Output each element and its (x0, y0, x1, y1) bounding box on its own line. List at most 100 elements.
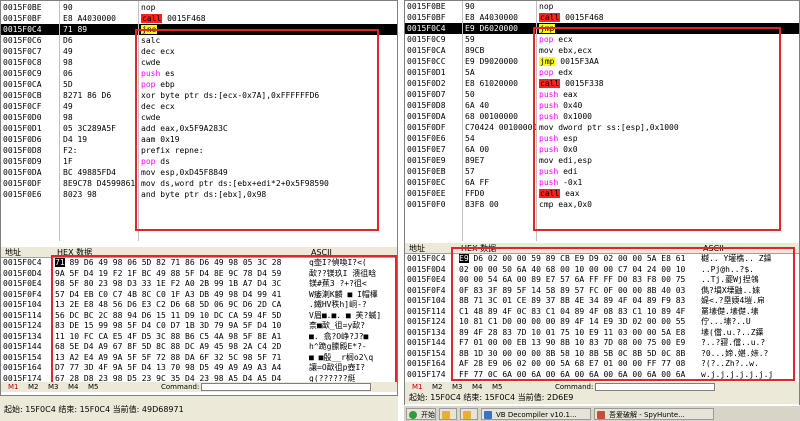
tab-m4[interactable]: M4 (65, 382, 82, 392)
disasm-row[interactable]: 0015F0C7 49 dec ecx (1, 46, 397, 57)
disasm-row[interactable]: 0015F0F0 83F8 00 cmp eax,0x0 (405, 199, 799, 210)
disasm-row[interactable]: 0015F0EE FFD0 call eax (405, 188, 799, 199)
disasm-row[interactable]: 0015F0C8 98 cwde (1, 57, 397, 68)
disassembly-view[interactable]: 0015F0BE 90 nop 0015F0BF E8 A4030000 call 00… (1, 1, 397, 241)
disasm-row[interactable]: 0015F0D8 6A 40 push 0x40 (405, 100, 799, 111)
disasm-row[interactable]: 0015F0BE 90 nop (405, 1, 799, 12)
disasm-bytes: 57 (465, 167, 475, 176)
disasm-row[interactable]: 0015F0C4 71 89 jno X0015F04F (1, 24, 397, 35)
dump-row[interactable]: 0015F0F4 0F 83 3F 89 5F 14 58 89 57 FC 0F… (405, 286, 799, 297)
disasm-row[interactable]: 0015F0E6 8023 98 and byte ptr ds:[ebx],0x9… (1, 189, 397, 200)
dump-row[interactable]: 0015F134 11 10 FC CA E5 4F D5 3C 88 B6 C5… (1, 332, 397, 343)
dump-row[interactable]: 0015F0E4 00 00 54 6A 00 89 E7 57 6A FF FF… (405, 275, 799, 286)
disasm-row[interactable]: 0015F0DA BC 49885FD4 mov esp,0xD45F8849 (1, 167, 397, 178)
dump-row[interactable]: 0015F154 13 A2 E4 A9 9A 5F 5F 72 88 DA 6F… (1, 353, 397, 364)
disasm-instruction: dec ecx (141, 46, 175, 57)
dump-row[interactable]: 0015F164 AF 28 E9 06 02 00 00 5A 68 E7 01… (405, 359, 799, 370)
disasm-row[interactable]: 0015F0D8 F2: prefix repne: (1, 145, 397, 156)
disasm-address: 0015F0C9 (407, 35, 446, 44)
dump-row[interactable]: 0015F104 13 2E E8 48 56 D6 E3 C2 D6 68 5D… (1, 300, 397, 311)
disasm-mnemonic: push (141, 69, 161, 78)
disasm-address: 0015F0E6 (3, 190, 42, 199)
disasm-bytes: 5A (465, 68, 475, 77)
disasm-row[interactable]: 0015F0D6 D4 19 aam 0x19 (1, 134, 397, 145)
dump-row[interactable]: 0015F0C4 71 89 D6 49 98 06 5D 82 71 86 D6… (1, 258, 397, 269)
spy-icon (597, 411, 605, 419)
disasm-row[interactable]: 0015F0C9 06 push es (1, 68, 397, 79)
tab-m2[interactable]: M2 (429, 382, 446, 392)
dump-row[interactable]: 0015F154 8B 1D 30 00 00 00 8B 58 10 8B 5B… (405, 349, 799, 360)
dump-address: 0015F154 (3, 352, 42, 362)
disasm-row[interactable]: 0015F0E6 54 push esp (405, 133, 799, 144)
dump-ascii: W痿溂K麟 ■ I帽檡 (309, 289, 378, 299)
tab-m5[interactable]: M5 (85, 382, 102, 392)
disasm-row[interactable]: 0015F0EB 57 push edi (405, 166, 799, 177)
dump-row[interactable]: 0015F104 8B 71 3C 01 CE 89 37 8B 4E 34 89… (405, 296, 799, 307)
tab-m1[interactable]: M1 (5, 382, 22, 392)
disasm-row[interactable]: 0015F0DA 68 00100000 push 0x1000 (405, 111, 799, 122)
disasm-row[interactable]: 0015F0BE 90 nop (1, 2, 397, 13)
dump-row[interactable]: 0015F164 D7 77 3D 4F 9A 5F D4 13 70 98 D5… (1, 363, 397, 374)
disasm-row[interactable]: 0015F0BF E8 A4030000 call 0015F468 (1, 13, 397, 24)
disasm-row[interactable]: 0015F0CA 89CB mov ebx,ecx (405, 45, 799, 56)
tab-m1[interactable]: M1 (409, 382, 426, 392)
tab-m4[interactable]: M4 (469, 382, 486, 392)
column-divider (536, 1, 537, 241)
disasm-row[interactable]: 0015F0DF C70424 00100000 mov dword ptr ss:… (405, 122, 799, 133)
disasm-operands: -0x1 (563, 178, 583, 187)
disasm-row[interactable]: 0015F0CC E9 D9020000 jmp 0015F3AA (405, 56, 799, 67)
disasm-row[interactable]: 0015F0C6 D6 salc (1, 35, 397, 46)
dump-row[interactable]: 0015F174 FF 77 0C 6A 00 6A 00 6A 00 6A 00… (405, 370, 799, 381)
dump-header-addr: 地址 (5, 248, 21, 257)
disasm-row[interactable]: 0015F0CA 5D pop ebp (1, 79, 397, 90)
dump-row[interactable]: 0015F114 C1 48 89 4F 0C 83 C1 04 89 4F 08… (405, 307, 799, 318)
command-input[interactable] (595, 383, 715, 391)
dump-row[interactable]: 0015F0D4 9A 5F D4 19 F2 1F BC 49 88 5F D4… (1, 269, 397, 280)
disasm-row[interactable]: 0015F0C4 E9 D6020000 jmp 0015F39F (405, 23, 799, 34)
taskbar-item[interactable] (460, 408, 478, 420)
disasm-row[interactable]: 0015F0D1 05 3C289A5F add eax,0x5F9A283C (1, 123, 397, 134)
tab-m3[interactable]: M3 (45, 382, 62, 392)
folder-icon (442, 411, 450, 419)
start-button[interactable]: 开始 (406, 408, 436, 420)
tab-m5[interactable]: M5 (489, 382, 506, 392)
disasm-address: 0015F0C4 (3, 25, 42, 34)
disasm-row[interactable]: 0015F0BF E8 A4030000 call 0015F468 (405, 12, 799, 23)
disasm-row[interactable]: 0015F0EC 6A FF push -0x1 (405, 177, 799, 188)
disasm-row[interactable]: 0015F0C9 59 pop ecx (405, 34, 799, 45)
dump-row[interactable]: 0015F144 68 5E D4 A9 67 8F 5D 8C 88 DC A9… (1, 342, 397, 353)
dump-row[interactable]: 0015F0E4 98 5F 80 23 98 D3 33 1E F2 A0 2B… (1, 279, 397, 290)
command-input[interactable] (201, 383, 371, 391)
disasm-row[interactable]: 0015F0D1 5A pop edx (405, 67, 799, 78)
dump-row[interactable]: 0015F144 F7 01 00 00 EB 13 90 8B 10 83 7D… (405, 338, 799, 349)
tab-m2[interactable]: M2 (25, 382, 42, 392)
disasm-address: 0015F0D9 (3, 157, 42, 166)
tab-m3[interactable]: M3 (449, 382, 466, 392)
dump-row[interactable]: 0015F134 89 4F 28 83 7D 10 01 75 10 E9 11… (405, 328, 799, 339)
disasm-row[interactable]: 0015F0E7 6A 00 push 0x0 (405, 144, 799, 155)
dump-row[interactable]: 0015F0C4 E9 D6 02 00 00 59 89 CB E9 D9 02… (405, 254, 799, 265)
disasm-row[interactable]: 0015F0D0 98 cwde (1, 112, 397, 123)
disassembly-view[interactable]: 0015F0BE 90 nop 0015F0BF E8 A4030000 call 00… (405, 1, 799, 241)
disasm-row[interactable]: 0015F0D9 1F pop ds (1, 156, 397, 167)
taskbar-item[interactable]: VB Decompiler v10.1... (481, 408, 591, 420)
disasm-row[interactable]: 0015F0DF 8E9C78 D4599861 mov ds,word ptr d… (1, 178, 397, 189)
disasm-row[interactable]: 0015F0CF 49 dec ecx (1, 101, 397, 112)
disasm-bytes: 59 (465, 35, 475, 44)
memory-tabs: Command: M1 M2 M3 M4 M5 (405, 382, 799, 392)
disasm-row[interactable]: 0015F0D2 E8 61020000 call 0015F338 (405, 78, 799, 89)
dump-row[interactable]: 0015F124 83 DE 15 99 98 5F D4 C0 D7 1B 3D… (1, 321, 397, 332)
hex-dump-view[interactable]: 地址 HEX 数据 ASCII 0015F0C4 E9 D6 02 00 00 5… (405, 243, 799, 383)
taskbar-item[interactable] (439, 408, 457, 420)
dump-row[interactable]: 0015F114 56 DC BC 2C 88 94 D6 15 11 D9 10… (1, 311, 397, 322)
disasm-row[interactable]: 0015F0CB 8271 86 D6 xor byte ptr ds:[ecx-0… (1, 90, 397, 101)
disasm-bytes: 6A 00 (465, 145, 490, 154)
taskbar-item[interactable]: 吾爱破解 - SpyHunte... (594, 408, 714, 420)
hex-dump-view[interactable]: 地址 HEX 数据 ASCII 0015F0C4 71 89 D6 49 98 0… (1, 247, 397, 383)
disasm-row[interactable]: 0015F0D7 50 push eax (405, 89, 799, 100)
dump-row[interactable]: 0015F0D4 02 00 00 50 6A 40 68 00 10 00 00… (405, 265, 799, 276)
dump-row[interactable]: 0015F124 10 81 C1 D0 00 00 00 89 4F 14 E9… (405, 317, 799, 328)
dump-row[interactable]: 0015F0F4 57 D4 EB C0 C7 4B 8C C0 1F A3 DB… (1, 290, 397, 301)
disasm-row[interactable]: 0015F0E9 89E7 mov edi,esp (405, 155, 799, 166)
disasm-operands: ds (160, 157, 170, 166)
